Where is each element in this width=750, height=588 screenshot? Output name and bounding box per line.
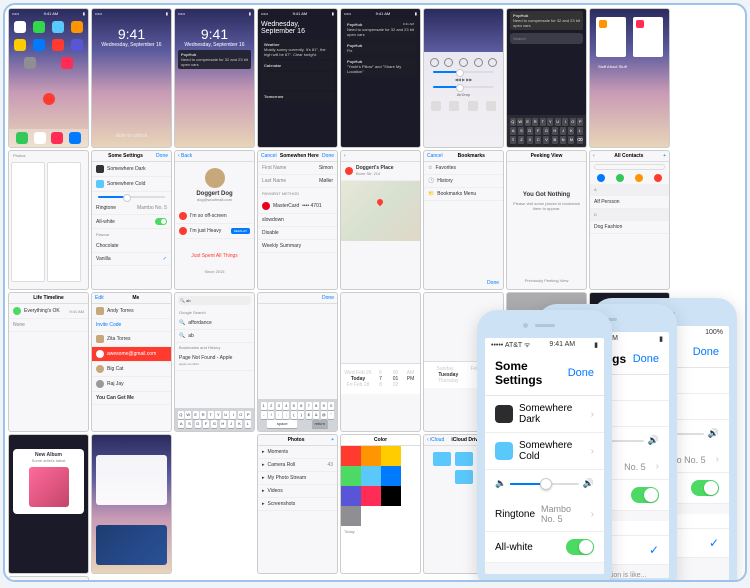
dock[interactable] <box>9 129 88 147</box>
spotlight-dark[interactable]: PopHubNeed to compensate for 32 and 23 b… <box>506 8 587 148</box>
app-switcher[interactable]: Stuff About Stuff <box>589 8 670 148</box>
form-screen[interactable]: CancelSomewhen HereDone First NameSimon … <box>257 150 338 290</box>
phone-front: ••••• AT&T ᯤ9:41 AM▮ Some SettingsDone S… <box>477 310 612 582</box>
contact-detail[interactable]: ‹ Back Doggert Dogdog@woofmail.com I'm s… <box>174 150 255 290</box>
done-button[interactable]: Done <box>568 367 594 379</box>
allwhite-toggle[interactable] <box>566 539 594 555</box>
lock-screen[interactable]: •••••▮ 9:41 Wednesday, September 16 slid… <box>91 8 172 148</box>
color-grid[interactable]: Color Today <box>340 434 421 574</box>
nav-bar: Some SettingsDone <box>485 353 604 396</box>
status-bar: •••••9:41 AM▮ <box>9 9 88 18</box>
app-switcher-cards[interactable]: Photos <box>8 150 89 290</box>
keyboard[interactable]: QWERTYUIOP ASDFGHJKL <box>175 408 254 431</box>
ringtone-row[interactable]: RingtoneMambo No. 5› <box>485 497 604 532</box>
lock-notification[interactable]: •••••▮ 9:41 Wednesday, September 16 PopH… <box>174 8 255 148</box>
toggle[interactable] <box>155 218 167 225</box>
bookmarks-screen[interactable]: CancelBookmarks ☆Favorites 🕐History 📁Boo… <box>423 150 504 290</box>
list-item[interactable]: Somewhere Dark› <box>485 396 604 433</box>
contacts-index[interactable]: ‹All Contacts+ A Alf Persson D Dog Fashi… <box>589 150 670 290</box>
volume-slider[interactable] <box>433 86 494 88</box>
number-pad[interactable]: Done 1234567890 -/:;()$&@" spacereturn <box>257 292 338 432</box>
safari-search[interactable]: 🔍 ab Google Search 🔍affordance 🔍ab Bookm… <box>174 292 255 432</box>
home-screen[interactable]: •••••9:41 AM▮ <box>8 8 89 148</box>
inbox[interactable]: EditMe Andy Torres Invite Code Zita Torr… <box>91 292 172 432</box>
list-item[interactable]: Somewhere Cold› <box>485 433 604 470</box>
list-item[interactable]: Somewhere Dark <box>92 162 171 177</box>
toggle[interactable] <box>691 480 719 496</box>
slide-hint[interactable]: slide to unlock <box>92 133 171 139</box>
volume-slider[interactable]: 🔈🔊 <box>485 470 604 497</box>
section-header: FLAVOUR <box>485 563 604 574</box>
allwhite-row[interactable]: All-white <box>485 532 604 563</box>
picker[interactable]: Wed Feb 26TodayFri Feb 28 678 000102 AMP… <box>340 292 421 432</box>
empty-state: Peeking View You Got NothingPlease visit… <box>506 150 587 290</box>
widget-view[interactable] <box>91 434 172 574</box>
notification-center-today[interactable]: •••••9:41 AM▮ Wednesday, September 16 We… <box>257 8 338 148</box>
control-center[interactable]: ◀◀ ▶ ▶▶ AirDrop <box>423 8 504 148</box>
map-pin-icon <box>375 198 383 206</box>
music-card[interactable]: New Album Some artist's latest <box>8 434 89 574</box>
map-view[interactable] <box>341 181 420 241</box>
lock-time: 9:41 <box>92 26 171 42</box>
done-button[interactable]: Done <box>693 346 719 358</box>
settings-list-mini[interactable]: Some SettingsDone Somewhere Dark Somewhe… <box>91 150 172 290</box>
timeline[interactable]: Life Timeline Everything's OK9:41 AM Non… <box>8 292 89 432</box>
ui-kit-overview: •••••9:41 AM▮ •••••▮ 9:41 Wednesday, Sep… <box>3 3 747 582</box>
phone-mockups: 100% gsDone › › 🔈🔊 Mambo No. 5› ✓ r sele… <box>457 270 737 580</box>
photos-sidebar[interactable]: Photos+ ▸Moments ▸Camera Roll43 ▸My Phot… <box>257 434 338 574</box>
keyboard-dark[interactable]: QWERTYUIOP ASDFGHJKL ⇧ZXCVBNM⌫ <box>507 115 586 147</box>
brightness-slider[interactable] <box>433 71 494 73</box>
lock-date: Wednesday, September 16 <box>92 42 171 48</box>
lock-notif[interactable]: PopHubNeed to compensate for 32 and 23 b… <box>178 50 251 69</box>
status-bar: ••••• AT&T ᯤ9:41 AM▮ <box>485 338 604 353</box>
page-title: Some Settings <box>495 359 568 387</box>
map-screen[interactable]: ‹ Doggert's PlaceBone Str. 214 <box>340 150 421 290</box>
notification-center-list[interactable]: •••••9:41 AM▮ PopHub 9:41 AMNeed to comp… <box>340 8 421 148</box>
3dtouch-actions[interactable]: Trip to Big Water Such nice waterMuch te… <box>8 576 89 582</box>
search-field[interactable]: Search <box>510 33 583 44</box>
